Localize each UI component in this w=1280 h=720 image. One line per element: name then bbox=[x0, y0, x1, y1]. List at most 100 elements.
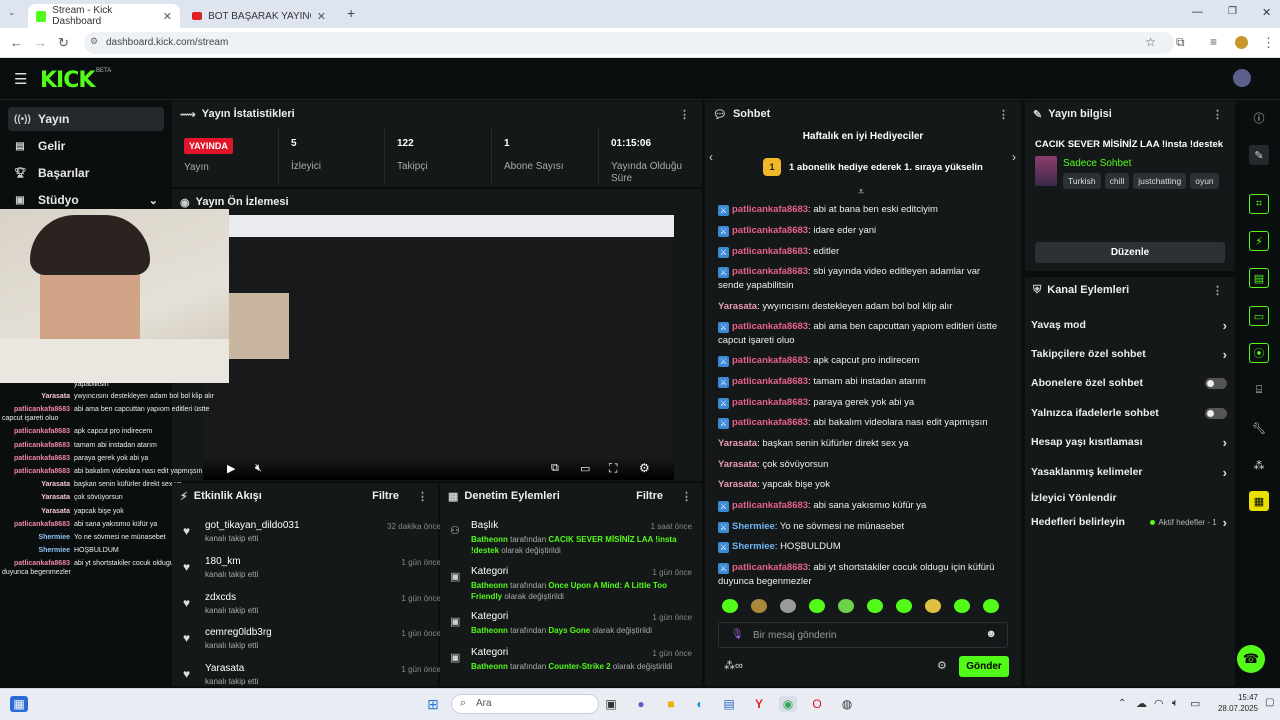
toggle-switch[interactable] bbox=[1205, 407, 1227, 419]
emote-icon[interactable] bbox=[780, 599, 796, 613]
document-icon[interactable]: ▤ bbox=[1249, 268, 1269, 288]
task-view-icon[interactable]: ▣ bbox=[602, 696, 620, 712]
toggle-switch[interactable] bbox=[1205, 377, 1227, 389]
filter-button[interactable]: Filtre bbox=[636, 490, 663, 502]
chat-username[interactable]: Yarasata bbox=[718, 438, 757, 449]
network-icon[interactable]: ☁ bbox=[1136, 697, 1147, 710]
edit-icon[interactable]: ✎ bbox=[1249, 145, 1269, 165]
settings-gear-icon[interactable]: ⚙ bbox=[639, 461, 650, 475]
broadcast-rail-icon[interactable]: ⦿ bbox=[1249, 343, 1269, 363]
notifications-icon[interactable]: ▢ bbox=[1265, 697, 1274, 708]
emote-icon[interactable] bbox=[983, 599, 999, 613]
kick-logo[interactable]: KICK bbox=[40, 68, 95, 93]
clock-date[interactable]: 28.07.2025 bbox=[1210, 704, 1258, 713]
chat-username[interactable]: patlicankafa8683 bbox=[732, 321, 808, 332]
bookmark-star-icon[interactable]: ☆ bbox=[1145, 35, 1156, 49]
activity-user[interactable]: cemreg0ldb3rg bbox=[205, 627, 272, 638]
reload-icon[interactable]: ↻ bbox=[58, 35, 69, 51]
emote-icon[interactable] bbox=[809, 599, 825, 613]
channel-action-item[interactable]: Yalnızca ifadelerle sohbet bbox=[1031, 404, 1227, 422]
community-icon[interactable]: ⁂ bbox=[1249, 455, 1269, 475]
activity-user[interactable]: zdxcds bbox=[205, 592, 236, 603]
close-window-icon[interactable]: ✕ bbox=[1262, 6, 1271, 19]
activity-user[interactable]: Yarasata bbox=[205, 663, 244, 674]
chevron-left-icon[interactable]: ‹ bbox=[709, 150, 713, 164]
emote-icon[interactable] bbox=[896, 599, 912, 613]
channel-action-item[interactable]: İzleyici Yönlendir bbox=[1031, 489, 1227, 507]
mic-icon[interactable]: 🎙︎ bbox=[731, 629, 744, 640]
file-explorer-icon[interactable]: ■ bbox=[662, 696, 680, 712]
widgets-icon[interactable]: ▦ bbox=[10, 696, 28, 712]
channel-action-item[interactable]: Takipçilere özel sohbet › bbox=[1031, 345, 1227, 363]
activity-item[interactable]: ♥ got_tikayan_dildo031 kanalı takip etti 32… bbox=[183, 520, 441, 550]
chat-username[interactable]: Yarasata bbox=[718, 301, 757, 312]
tag[interactable]: justchatting bbox=[1133, 173, 1187, 189]
moderator-name[interactable]: Batheonn bbox=[471, 581, 508, 590]
activity-item[interactable]: ♥ zdxcds kanalı takip etti 1 gün önce bbox=[183, 592, 441, 622]
start-button[interactable]: ⊞ bbox=[424, 696, 442, 712]
forward-icon[interactable]: → bbox=[34, 35, 47, 50]
chat-username[interactable]: patlicankafa8683 bbox=[732, 562, 808, 573]
emote-icon[interactable] bbox=[838, 599, 854, 613]
channel-action-item[interactable]: Yavaş mod › bbox=[1031, 316, 1227, 334]
filter-button[interactable]: Filtre bbox=[372, 490, 399, 502]
edge-icon[interactable]: ◐ bbox=[691, 696, 709, 712]
activity-item[interactable]: ♥ cemreg0ldb3rg kanalı takip etti 1 gün önc… bbox=[183, 627, 441, 657]
media-icon[interactable]: ≡ bbox=[1210, 35, 1217, 49]
recorder-icon[interactable]: ◍ bbox=[838, 696, 856, 712]
send-button[interactable]: Gönder bbox=[959, 656, 1009, 677]
wrench-icon[interactable]: 🔧︎ bbox=[1249, 418, 1269, 438]
preview-video[interactable]: ▶ 🔇︎ ⧉ ▭ ⛶ ⚙ bbox=[203, 215, 674, 480]
chat-menu-icon[interactable]: ⋮ bbox=[998, 108, 1009, 121]
edit-stream-button[interactable]: Düzenle bbox=[1035, 242, 1225, 263]
hamburger-menu-icon[interactable]: ☰ bbox=[14, 70, 27, 88]
clock-time[interactable]: 15:47 bbox=[1218, 693, 1258, 702]
clip-icon[interactable]: ⌗ bbox=[1249, 194, 1269, 214]
chat-username[interactable]: patlicankafa8683 bbox=[732, 417, 808, 428]
chat-input[interactable]: 🎙︎ Bir mesaj gönderin ☻ bbox=[718, 622, 1008, 648]
mute-icon[interactable]: 🔇︎ bbox=[255, 462, 262, 475]
chrome-icon[interactable]: ◉ bbox=[779, 696, 797, 712]
emote-icon[interactable] bbox=[954, 599, 970, 613]
battery-icon[interactable]: ▭ bbox=[1190, 697, 1200, 710]
emote-icon[interactable] bbox=[867, 599, 883, 613]
tag[interactable]: Turkish bbox=[1063, 173, 1101, 189]
moderator-name[interactable]: Batheonn bbox=[471, 535, 508, 544]
collapse-icon[interactable]: ⩡ bbox=[858, 186, 864, 199]
sidebar-item-basarilar[interactable]: 🏆︎ Başarılar bbox=[8, 161, 164, 185]
tag[interactable]: oyun bbox=[1190, 173, 1219, 189]
support-button[interactable]: ☎ bbox=[1237, 645, 1265, 673]
chat-username[interactable]: Yarasata bbox=[718, 459, 757, 470]
pip-icon[interactable]: ⧉ bbox=[551, 462, 559, 475]
stream-info-menu-icon[interactable]: ⋮ bbox=[1212, 108, 1223, 121]
address-bar[interactable]: ⚙ dashboard.kick.com/stream ☆ bbox=[84, 32, 1174, 54]
teams-icon[interactable]: ● bbox=[632, 696, 650, 712]
chat-username[interactable]: patlicankafa8683 bbox=[732, 355, 808, 366]
profile-avatar[interactable] bbox=[1235, 36, 1248, 49]
maximize-icon[interactable]: ❐ bbox=[1228, 6, 1237, 17]
tab-kick-dashboard[interactable]: Stream - Kick Dashboard ✕ bbox=[28, 4, 180, 28]
chat-identity-icon[interactable]: ⁂∞ bbox=[724, 659, 743, 672]
yandex-icon[interactable]: Y bbox=[750, 696, 768, 712]
activity-menu-icon[interactable]: ⋮ bbox=[417, 490, 428, 503]
wifi-icon[interactable]: ◠ bbox=[1154, 697, 1164, 710]
close-tab-icon[interactable]: ✕ bbox=[317, 10, 326, 23]
tab-youtube[interactable]: BOT BAŞARAK YAYINCI OLMAK ✕ bbox=[184, 4, 334, 28]
tag[interactable]: chill bbox=[1104, 173, 1130, 189]
chat-username[interactable]: patlicankafa8683 bbox=[732, 266, 808, 277]
chat-username[interactable]: patlicankafa8683 bbox=[732, 397, 808, 408]
chevron-right-icon[interactable]: › bbox=[1012, 150, 1016, 164]
chat-username[interactable]: Yarasata bbox=[718, 479, 757, 490]
emote-icon[interactable] bbox=[722, 599, 738, 613]
back-icon[interactable]: ← bbox=[10, 35, 23, 50]
channel-actions-menu-icon[interactable]: ⋮ bbox=[1212, 284, 1223, 297]
chat-username[interactable]: patlicankafa8683 bbox=[732, 376, 808, 387]
moderator-name[interactable]: Batheonn bbox=[471, 626, 508, 635]
chat-username[interactable]: Shermiee bbox=[732, 541, 775, 552]
emoji-icon[interactable]: ☻ bbox=[985, 628, 997, 640]
sidebar-item-yayin[interactable]: ((•)) Yayın bbox=[8, 107, 164, 131]
play-icon[interactable]: ▶ bbox=[227, 462, 235, 475]
tab-list-chevron-icon[interactable]: ⌄ bbox=[8, 7, 16, 18]
channel-action-item[interactable]: Yasaklanmış kelimeler › bbox=[1031, 463, 1227, 481]
highlight-icon[interactable]: ▦ bbox=[1249, 491, 1269, 511]
